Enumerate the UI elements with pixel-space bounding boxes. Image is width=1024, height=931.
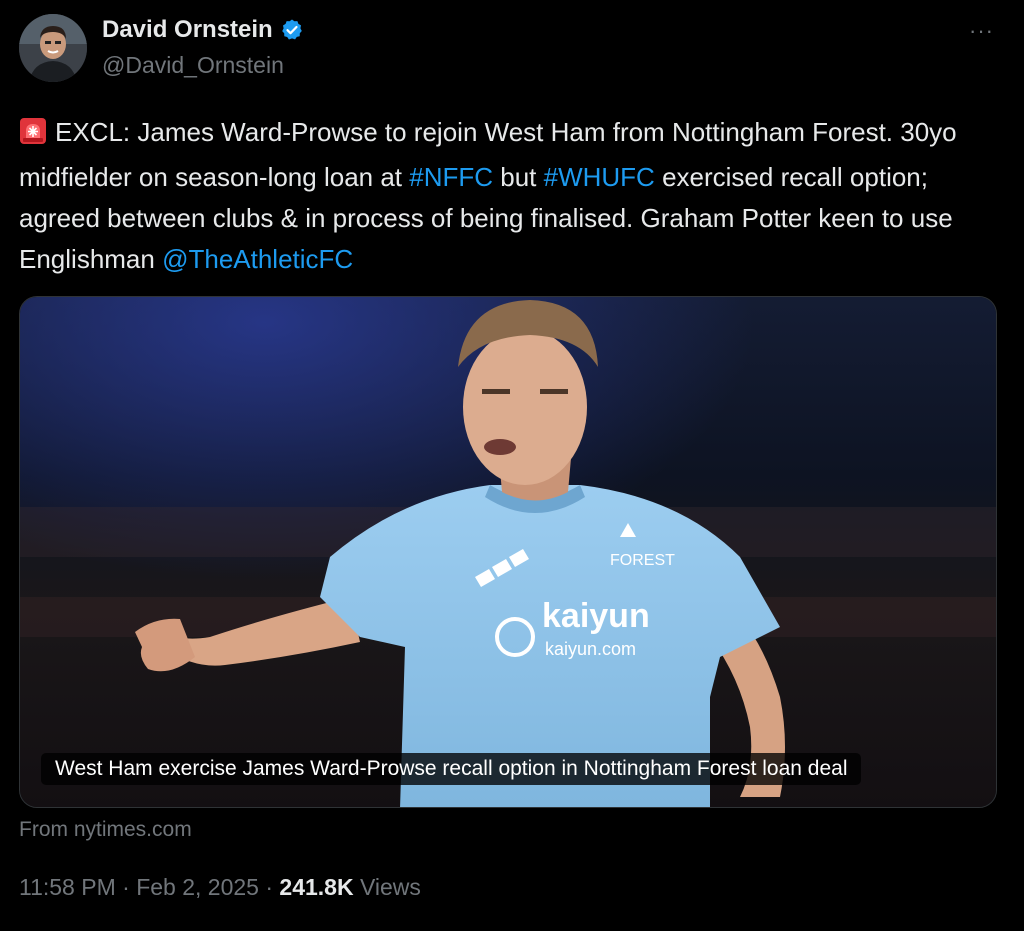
tweet-time[interactable]: 11:58 PM (19, 874, 116, 900)
meta-separator-2: · (258, 874, 280, 900)
more-options-button[interactable]: ··· (969, 18, 994, 44)
hashtag-nffc-link[interactable]: #NFFC (409, 162, 493, 192)
author-handle[interactable]: @David_Ornstein (102, 52, 284, 79)
author-display-name[interactable]: David Ornstein (102, 16, 273, 44)
tweet-text: EXCL: James Ward-Prowse to rejoin West H… (19, 112, 979, 280)
shirt-crest-text: FOREST (610, 552, 675, 569)
siren-emoji-icon (19, 116, 47, 157)
mention-theathleticfc-link[interactable]: @TheAthleticFC (162, 244, 353, 274)
tweet-date[interactable]: Feb 2, 2025 (136, 874, 259, 900)
meta-separator: · (115, 874, 137, 900)
link-card[interactable]: FOREST kaiyun kaiyun.com West Ham exerci… (19, 296, 997, 808)
card-title: West Ham exercise James Ward-Prowse reca… (41, 753, 862, 785)
author-avatar[interactable] (19, 14, 87, 82)
person-avatar-icon (19, 14, 87, 82)
verified-badge-icon (280, 18, 304, 42)
tweet-text-part-2: but (493, 162, 544, 192)
author-name-row[interactable]: David Ornstein (102, 16, 304, 44)
shirt-sponsor-url-text: kaiyun.com (545, 639, 636, 659)
player-photo: FOREST kaiyun kaiyun.com (20, 297, 996, 807)
views-count: 241.8K (279, 874, 354, 900)
hashtag-whufc-link[interactable]: #WHUFC (544, 162, 655, 192)
tweet: David Ornstein @David_Ornstein ··· EXCL:… (0, 0, 1024, 931)
card-source-link[interactable]: From nytimes.com (19, 818, 192, 842)
shirt-sponsor-text: kaiyun (542, 597, 650, 635)
tweet-meta: 11:58 PM · Feb 2, 2025 · 241.8K Views (19, 874, 421, 901)
views-label: Views (353, 874, 421, 900)
